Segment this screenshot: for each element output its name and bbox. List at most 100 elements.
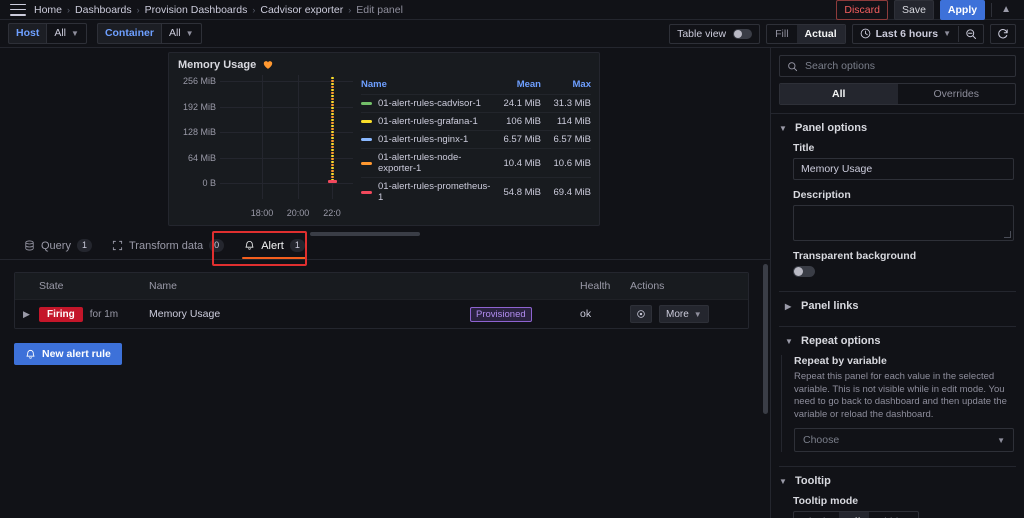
column-state: State [39,280,64,292]
description-field[interactable] [793,205,1014,241]
grid-line [220,183,353,184]
tooltip-mode-single[interactable]: Single [794,512,839,518]
tooltip-mode-all[interactable]: All [839,512,869,518]
actual-option[interactable]: Actual [796,24,845,43]
apply-button[interactable]: Apply [939,0,986,20]
alert-tab-content: State Name Health Actions ▶ Firing for 1… [0,260,770,518]
view-icon[interactable] [630,305,652,323]
series-point [331,134,334,136]
series-point [331,104,334,106]
save-button[interactable]: Save [893,0,934,20]
tab-transform-count: 0 [209,239,225,252]
legend-header: Name Mean Max [361,77,591,94]
viz-controls: Table view Fill Actual Last 6 hours ▼ [669,23,1016,44]
zoom-out-icon[interactable] [958,25,983,42]
legend-item[interactable]: 01-alert-rules-cadvisor-1 24.1 MiB 31.3 Mi… [361,94,591,112]
y-axis: 0 B 64 MiB 128 MiB 192 MiB 256 MiB [173,75,219,221]
grid-line-vertical [298,75,299,199]
tab-transform-data[interactable]: Transform data 0 [102,233,234,259]
repeat-by-variable-label: Repeat by variable [794,355,887,367]
series-point [331,119,334,121]
section-panel-options[interactable]: ▼ Panel options [771,114,1024,142]
repeat-variable-select[interactable]: Choose ▼ [794,428,1014,452]
options-tab-all[interactable]: All [780,84,898,104]
legend-item-name[interactable]: 01-alert-rules-prometheus-1 [361,181,491,203]
legend-item-name[interactable]: 01-alert-rules-cadvisor-1 [361,98,491,109]
variable-container-select[interactable]: All ▼ [160,23,202,44]
tooltip-mode-label: Tooltip mode [793,495,859,507]
time-range-button[interactable]: Last 6 hours ▼ [853,26,958,42]
table-row[interactable]: ▶ Firing for 1m Memory Usage Provisioned… [15,299,748,328]
series-point [331,161,334,163]
legend-max-value: 10.6 MiB [553,157,592,169]
tab-query[interactable]: Query 1 [14,233,102,259]
content-scrollbar[interactable] [763,264,768,414]
chart-plot[interactable]: 0 B 64 MiB 128 MiB 192 MiB 256 MiB 18:00 20:0… [173,75,353,221]
legend-col-max[interactable]: Max [541,79,591,90]
legend-item[interactable]: 01-alert-rules-nginx-1 6.57 MiB 6.57 MiB [361,130,591,148]
editor-tabs: Query 1 Transform data 0 Alert 1 [0,230,770,266]
tooltip-mode-segment: Single All Hidden [793,511,919,518]
breadcrumb-separator: › [136,4,140,15]
legend-col-mean[interactable]: Mean [491,79,541,90]
new-alert-rule-button[interactable]: New alert rule [14,343,122,365]
variable-container-label: Container [96,23,161,44]
heart-orange-icon[interactable] [263,60,273,70]
breadcrumb-item-provision-dashboards[interactable]: Provision Dashboards [145,4,248,16]
x-axis-tick: 22:0 [323,208,341,218]
fill-option[interactable]: Fill [767,25,796,43]
section-panel-links[interactable]: ▶ Panel links [771,292,1024,320]
search-options-box[interactable] [779,55,1016,77]
database-icon [24,240,35,251]
series-point [331,167,334,169]
legend-col-name[interactable]: Name [361,79,491,90]
legend-item-name[interactable]: 01-alert-rules-nginx-1 [361,134,491,145]
table-view-toggle[interactable]: Table view [669,23,761,44]
breadcrumb-item-dashboards[interactable]: Dashboards [75,4,132,16]
tooltip-mode-hidden[interactable]: Hidden [869,512,918,518]
breadcrumb: Home › Dashboards › Provision Dashboards › Cad… [34,4,403,16]
series-point [331,143,334,145]
breadcrumb-item-cadvisor-exporter[interactable]: Cadvisor exporter [260,4,343,16]
discard-button[interactable]: Discard [836,0,888,20]
section-tooltip[interactable]: ▼ Tooltip [771,467,1024,495]
variable-host-select[interactable]: All ▼ [46,23,87,44]
alert-rules-table: State Name Health Actions ▶ Firing for 1… [14,272,749,329]
legend-color-swatch [361,120,372,123]
y-axis-tick: 192 MiB [182,101,216,112]
legend-item[interactable]: 01-alert-rules-prometheus-1 54.8 MiB 69.4 … [361,177,591,206]
title-field[interactable] [793,158,1014,180]
series-point [331,155,334,157]
toggle-switch[interactable] [733,28,753,39]
variable-host: Host All ▼ [8,23,87,44]
data-series-spike [328,75,337,183]
refresh-button[interactable] [990,23,1016,44]
search-input[interactable] [805,60,1008,72]
breadcrumb-item-home[interactable]: Home [34,4,62,16]
legend-item[interactable]: 01-alert-rules-grafana-1 106 MiB 114 MiB [361,112,591,130]
tab-alert[interactable]: Alert 1 [234,233,315,259]
panel-title[interactable]: Memory Usage [178,59,256,71]
legend-mean-value: 106 MiB [506,116,541,127]
legend-item-name[interactable]: 01-alert-rules-grafana-1 [361,116,491,127]
legend-item[interactable]: 01-alert-rules-node-exporter-1 10.4 MiB 10… [361,148,591,177]
transparent-background-toggle[interactable] [793,266,815,277]
chevron-down-icon: ▼ [693,309,702,319]
chevron-down-icon: ▼ [71,29,79,38]
options-tab-overrides[interactable]: Overrides [898,84,1016,104]
row-name[interactable]: Memory Usage [149,308,470,320]
legend-item-name[interactable]: 01-alert-rules-node-exporter-1 [361,152,491,174]
series-point [331,146,334,148]
series-point [331,113,334,115]
variable-host-value: All [54,27,67,39]
series-point [331,107,334,109]
row-expand-icon[interactable]: ▶ [23,309,39,320]
hamburger-menu-icon[interactable] [10,3,26,16]
series-point [331,173,334,175]
series-point [331,125,334,127]
chevron-down-icon: ▼ [997,435,1005,445]
transform-icon [112,240,123,251]
more-button[interactable]: More ▼ [659,305,709,323]
chevron-up-icon[interactable]: ▲ [998,4,1014,15]
section-repeat-options[interactable]: ▼ Repeat options [771,327,1024,355]
